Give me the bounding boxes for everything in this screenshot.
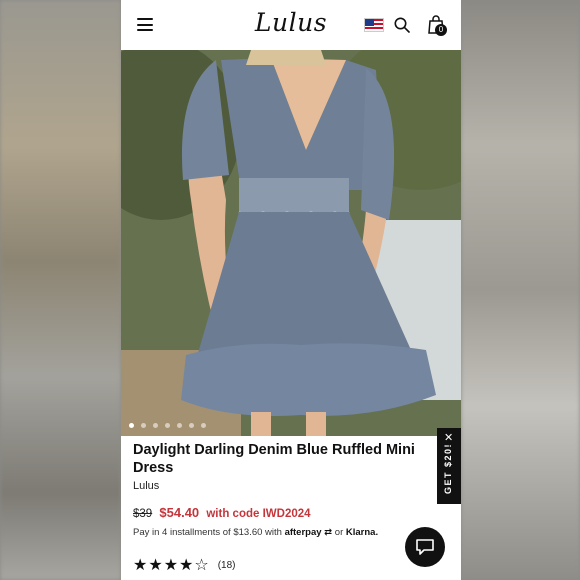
carousel-dot[interactable] — [129, 423, 134, 428]
backdrop-right — [461, 0, 580, 580]
sale-price: $54.40 — [159, 505, 200, 520]
site-header: Lulus 0 — [121, 0, 461, 50]
original-price: $39 — [133, 508, 153, 520]
product-title: Daylight Darling Denim Blue Ruffled Mini… — [133, 442, 415, 476]
chat-button[interactable] — [405, 527, 445, 567]
review-count[interactable]: (18) — [218, 560, 236, 571]
product-rating[interactable]: ★★★★☆ (18) — [133, 555, 236, 575]
carousel-dots[interactable] — [129, 423, 206, 428]
carousel-dot[interactable] — [153, 423, 158, 428]
promo-tab-label: GET $20! — [443, 442, 453, 494]
backdrop-left — [0, 0, 121, 580]
klarna-logo[interactable]: Klarna. — [346, 527, 378, 538]
afterpay-logo[interactable]: afterpay ⇄ — [285, 527, 333, 538]
cart-count-badge: 0 — [435, 24, 447, 36]
installments-info: Pay in 4 installments of $13.60 with aft… — [133, 527, 378, 538]
afterpay-label: afterpay — [284, 527, 322, 538]
carousel-dot[interactable] — [165, 423, 170, 428]
chat-icon — [416, 539, 434, 555]
carousel-dot[interactable] — [189, 423, 194, 428]
dress-illustration — [121, 50, 461, 436]
carousel-dot[interactable] — [201, 423, 206, 428]
rating-stars: ★★★★☆ — [133, 557, 210, 574]
or-text: or — [334, 527, 344, 538]
site-logo[interactable]: Lulus — [121, 8, 461, 37]
get-20-promo-tab[interactable]: ✕ GET $20! — [437, 428, 461, 504]
product-image[interactable] — [121, 50, 461, 436]
search-icon[interactable] — [394, 17, 410, 33]
promo-code-text: with code IWD2024 — [206, 508, 311, 520]
product-brand[interactable]: Lulus — [133, 480, 159, 492]
afterpay-arrows-icon: ⇄ — [324, 527, 333, 538]
carousel-dot[interactable] — [177, 423, 182, 428]
installments-text: Pay in 4 installments of $13.60 with — [133, 527, 282, 538]
price-row: $39 $54.40 with code IWD2024 — [133, 505, 311, 520]
us-flag-icon[interactable] — [364, 18, 384, 32]
product-page: Lulus 0 Daylight Darling Denim Blue Ruff… — [121, 0, 461, 580]
carousel-dot[interactable] — [141, 423, 146, 428]
